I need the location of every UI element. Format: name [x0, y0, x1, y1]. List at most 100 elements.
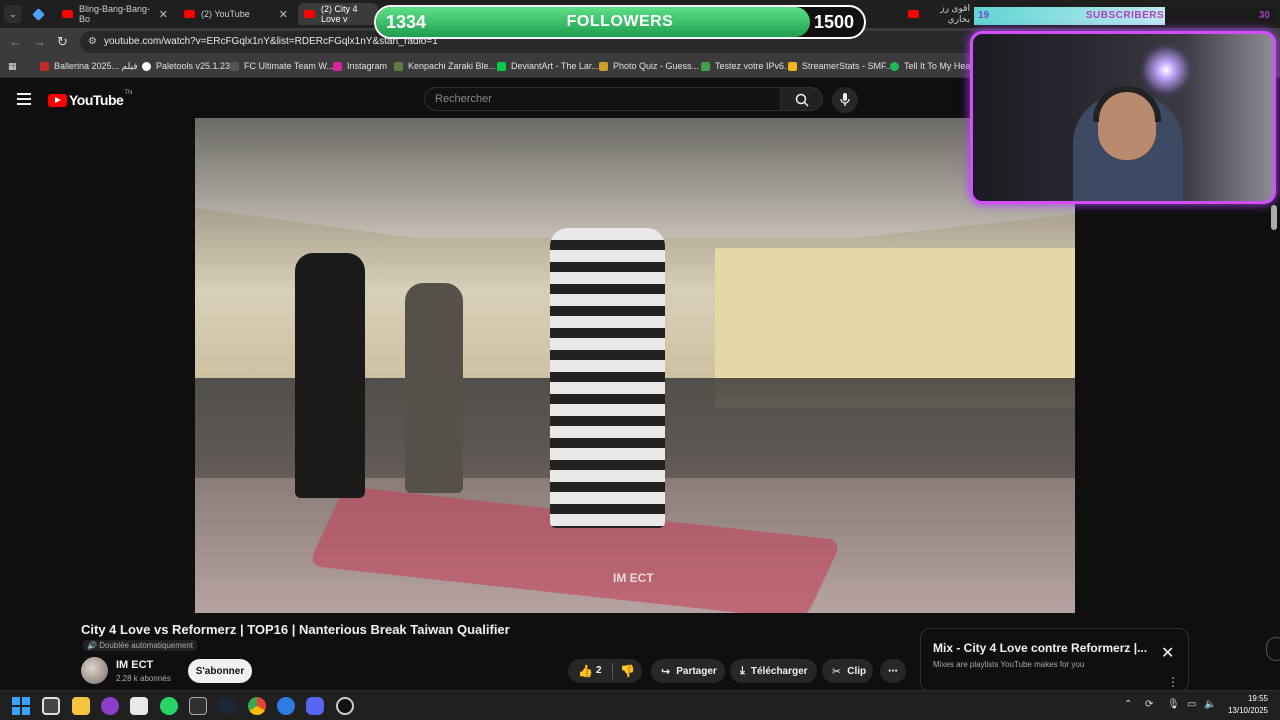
search-button[interactable] [781, 87, 823, 111]
channel-avatar[interactable] [81, 657, 108, 684]
instagram-icon [333, 61, 342, 71]
sync-icon[interactable]: ⟳ [1145, 699, 1153, 710]
more-icon: ⋯ [888, 665, 898, 677]
video-dancer-striped [550, 228, 665, 528]
microphone-icon [840, 93, 850, 106]
deviantart-icon [497, 61, 506, 71]
subscribers-goal: 30 [1258, 10, 1270, 21]
video-watermark: IM ECT [613, 571, 654, 585]
video-player[interactable]: IM ECT [195, 118, 1075, 613]
steam-icon[interactable] [218, 697, 236, 715]
file-explorer-icon[interactable] [72, 697, 90, 715]
video-dancer [405, 283, 463, 493]
bookmark-icon [40, 62, 49, 71]
subscriber-count: 2,28 k abonnés [116, 674, 171, 683]
mix-playlist-panel[interactable]: Mix - City 4 Love contre Reformerz |... … [920, 628, 1189, 692]
tab-bling-bang[interactable]: Bling-Bang-Bang-Bo ✕ [56, 3, 174, 25]
menu-icon[interactable] [17, 93, 31, 108]
tab-city-4-love[interactable]: (2) City 4 Love v [298, 3, 378, 25]
page-scrollbar[interactable] [1271, 205, 1277, 230]
forward-icon[interactable]: → [33, 34, 46, 49]
apps-grid-icon[interactable]: ▦ [8, 61, 17, 72]
windows-taskbar: ⌃ ⟳ 🎙 ▭ 🔈 19:55 13/10/2025 [0, 690, 1280, 720]
subscribers-label: SUBSCRIBERS [1085, 10, 1165, 21]
youtube-icon [304, 10, 315, 18]
dislike-icon[interactable]: 👎 [620, 664, 635, 678]
reload-icon[interactable]: ↻ [57, 34, 68, 50]
search-input[interactable]: Rechercher [424, 87, 781, 111]
bookmark-ipv6[interactable]: Testez votre IPv6. [701, 61, 787, 71]
download-button[interactable]: ⤓ Télécharger [730, 659, 817, 683]
windows-start-icon[interactable] [12, 697, 30, 715]
chrome-icon[interactable] [248, 697, 266, 715]
bookmark-icon [142, 61, 151, 71]
auto-dub-badge: 🔊 Doublée automatiquement [83, 640, 198, 651]
like-dislike-group: 👍 2 👎 [568, 659, 642, 683]
youtube-icon [184, 10, 195, 18]
bookmark-tell-it[interactable]: Tell It To My Heart [890, 61, 976, 71]
volume-icon[interactable]: 🔈 [1204, 699, 1216, 710]
bookmark-paletools[interactable]: Paletools v25.1.23 [142, 61, 230, 71]
site-info-icon[interactable]: ⚙ [88, 36, 97, 47]
assistant-icon[interactable] [101, 697, 119, 715]
tab-arabic-recipe[interactable]: اقوى رز بخاري [896, 3, 976, 25]
close-icon[interactable]: ✕ [1161, 643, 1174, 663]
subscribers-goal-bar: 19 SUBSCRIBERS 30 [974, 7, 1276, 25]
mix-title[interactable]: Mix - City 4 Love contre Reformerz |... [933, 641, 1147, 655]
clock-time[interactable]: 19:55 [1248, 694, 1268, 703]
obs-icon[interactable] [336, 697, 354, 715]
bookmark-deviantart[interactable]: DeviantArt - The Lar... [497, 61, 599, 71]
tray-chevron-icon[interactable]: ⌃ [1124, 699, 1132, 710]
display-icon[interactable]: ▭ [1187, 699, 1196, 710]
light-star-decoration [1138, 42, 1194, 98]
clip-button[interactable]: ✂ Clip [822, 659, 873, 683]
back-icon[interactable]: ← [9, 34, 22, 49]
dub-icon: 🔊 [87, 641, 100, 650]
snipping-tool-icon[interactable] [130, 697, 148, 715]
expand-side-button[interactable] [1266, 637, 1280, 661]
youtube-icon [62, 10, 73, 18]
voice-search-button[interactable] [832, 87, 858, 113]
tab-label: (2) YouTube [201, 9, 250, 19]
tray-mic-icon[interactable]: 🎙 [1167, 699, 1180, 710]
share-button[interactable]: ↪ Partager [651, 659, 725, 683]
share-icon: ↪ [661, 665, 671, 678]
tab-youtube[interactable]: (2) YouTube ✕ [178, 3, 294, 25]
followers-goal-bar: 1334 FOLLOWERS 1500 [374, 5, 866, 39]
tab-close-icon[interactable]: ✕ [159, 8, 168, 21]
tab-label: اقوى رز بخاري [940, 3, 970, 24]
followers-label: FOLLOWERS [566, 13, 674, 30]
bookmark-fc-ultimate[interactable]: FC Ultimate Team W... [230, 61, 334, 71]
channel-name[interactable]: IM ECT [116, 659, 153, 671]
bookmark-photo-quiz[interactable]: Photo Quiz - Guess... [599, 61, 699, 71]
video-dancer [295, 253, 365, 498]
like-count[interactable]: 2 [596, 665, 602, 676]
like-icon[interactable]: 👍 [578, 664, 593, 678]
tab-close-icon[interactable]: ✕ [279, 8, 288, 21]
like-divider [612, 663, 613, 679]
chevron-down-icon: ⌄ [9, 8, 17, 19]
bookmark-ballerina[interactable]: Ballerina 2025... فيلم [40, 61, 138, 72]
messenger-icon[interactable] [277, 697, 295, 715]
bookmark-kenpachi[interactable]: Kenpachi Zaraki Ble... [394, 61, 496, 71]
download-icon: ⤓ [740, 664, 745, 677]
tab-search-button[interactable]: ⌄ [4, 5, 22, 23]
bookmark-streamerstats[interactable]: StreamerStats - SMF... [788, 61, 893, 71]
discord-icon[interactable] [306, 697, 324, 715]
bar-chart-icon [788, 61, 797, 71]
youtube-logo[interactable]: YouTube TN [48, 90, 132, 108]
whatsapp-icon[interactable] [160, 697, 178, 715]
bookmark-icon [599, 61, 608, 71]
more-actions-button[interactable]: ⋯ [880, 659, 906, 683]
clock-date[interactable]: 13/10/2025 [1228, 706, 1268, 715]
youtube-play-icon [48, 93, 67, 107]
subscribe-button[interactable]: S'abonner [188, 659, 252, 683]
tab-gem[interactable] [28, 3, 54, 25]
bookmark-instagram[interactable]: Instagram [333, 61, 387, 71]
bookmark-icon [230, 61, 239, 71]
epic-games-icon[interactable] [189, 697, 207, 715]
checkmark-icon [701, 61, 710, 71]
tab-label: (2) City 4 Love v [321, 4, 358, 24]
more-vertical-icon[interactable]: ⋮ [1167, 675, 1179, 689]
task-view-icon[interactable] [42, 697, 60, 715]
